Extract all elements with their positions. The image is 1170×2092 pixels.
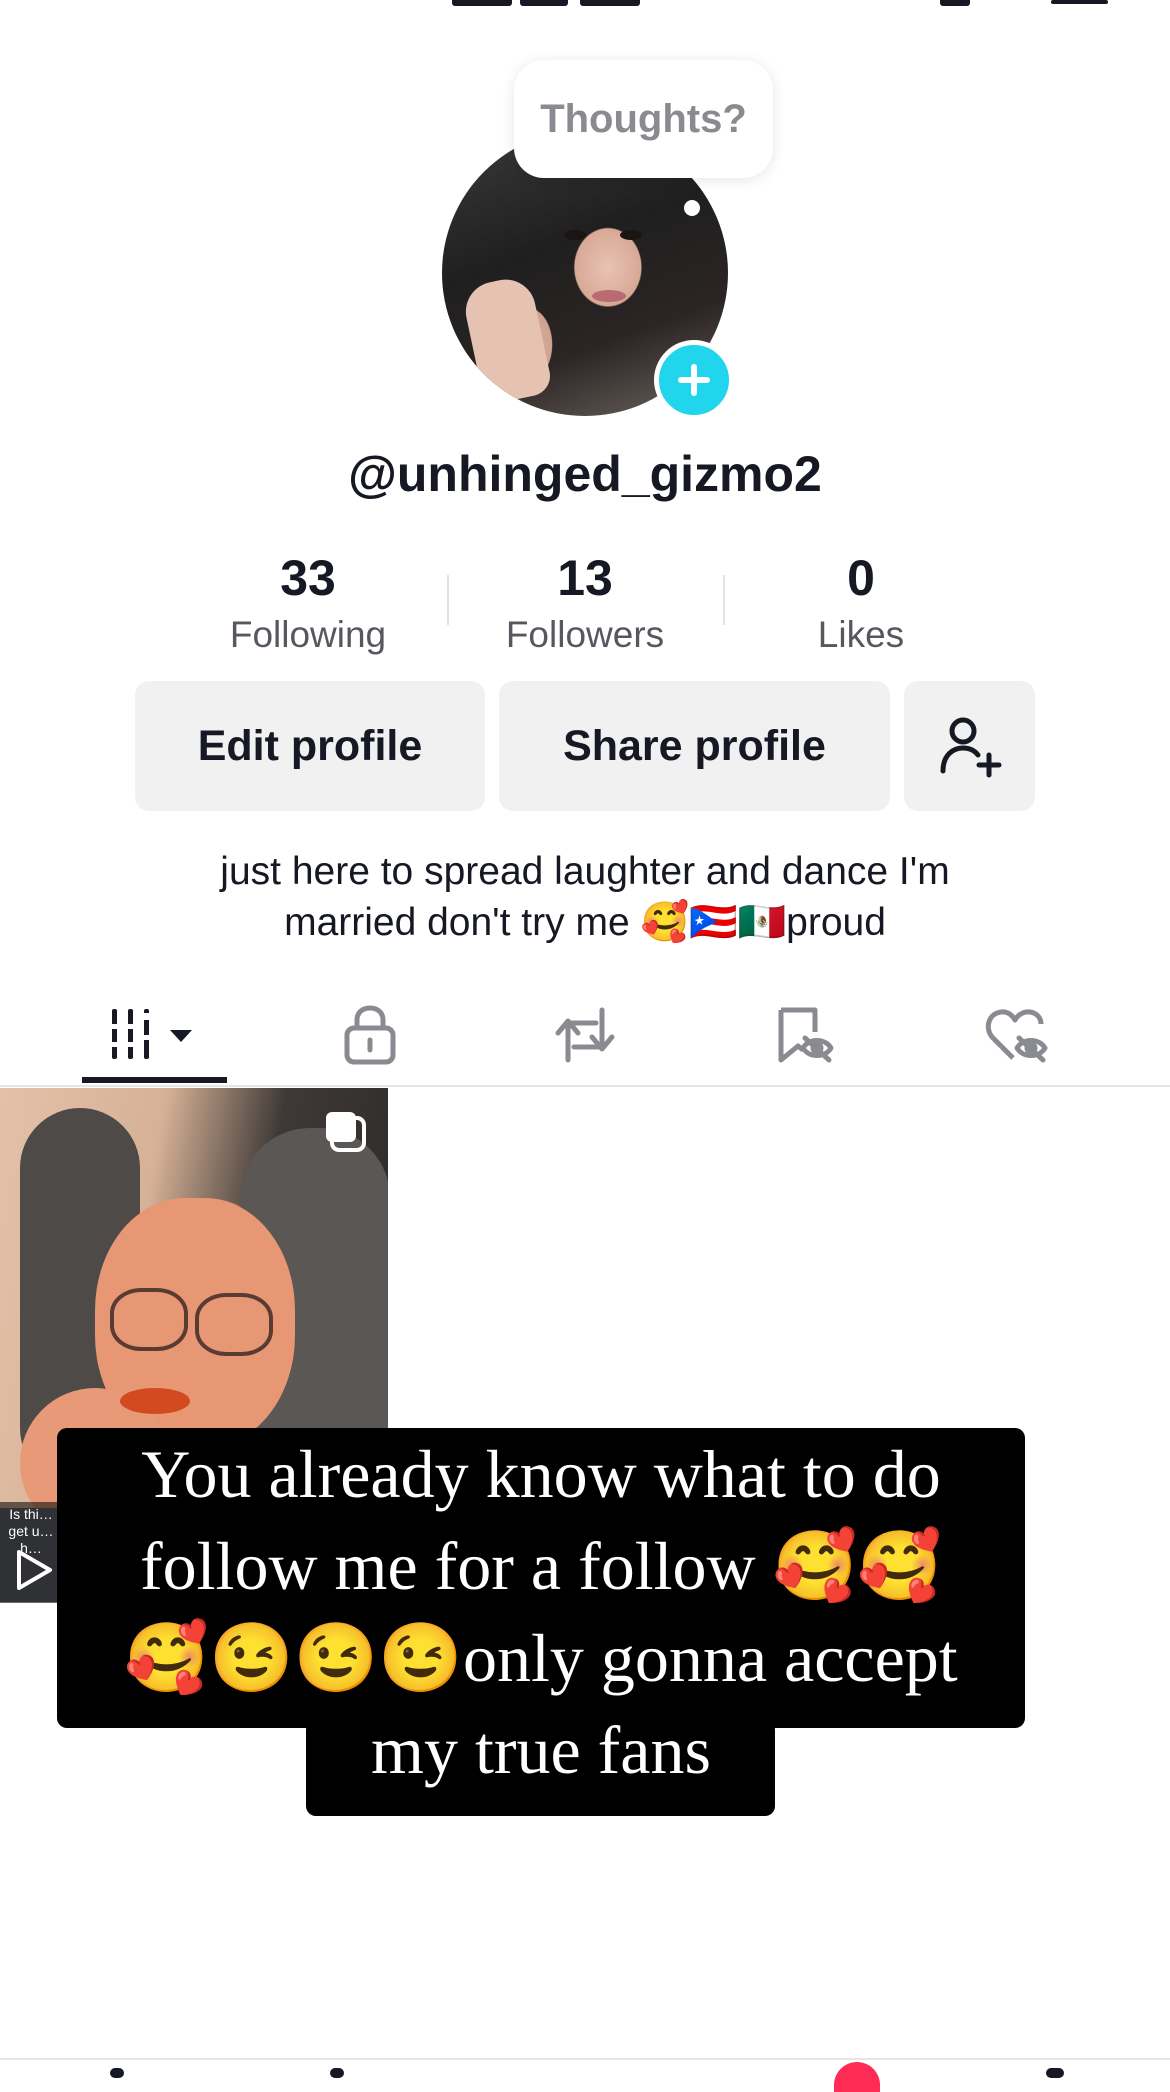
stat-value: 33 bbox=[280, 550, 336, 606]
stat-divider bbox=[723, 575, 725, 625]
overlay-text: You already know what to do follow me fo… bbox=[57, 1428, 1025, 1796]
overlay-line: my true fans bbox=[371, 1712, 711, 1788]
add-story-button[interactable] bbox=[654, 340, 734, 420]
stat-label: Following bbox=[229, 614, 387, 655]
multi-photo-icon bbox=[322, 1108, 368, 1159]
content-tabs bbox=[0, 985, 1170, 1087]
tab-reposts[interactable] bbox=[535, 985, 635, 1085]
stat-label: Likes bbox=[817, 614, 905, 655]
thoughts-bubble[interactable]: Thoughts? bbox=[514, 60, 773, 178]
tab-private[interactable] bbox=[320, 985, 420, 1085]
stat-label: Followers bbox=[505, 614, 665, 655]
edit-profile-button[interactable]: Edit profile bbox=[135, 681, 485, 811]
add-friend-button[interactable] bbox=[904, 681, 1035, 811]
stat-divider bbox=[447, 575, 449, 625]
tab-favorites[interactable] bbox=[755, 985, 855, 1085]
repost-icon bbox=[555, 1007, 615, 1063]
notification-badge bbox=[834, 2062, 880, 2092]
heart-hidden-icon bbox=[985, 1009, 1048, 1063]
share-profile-button[interactable]: Share profile bbox=[499, 681, 890, 811]
grid-icon bbox=[111, 1009, 192, 1059]
stat-value: 0 bbox=[847, 550, 875, 606]
bottom-nav-fragment bbox=[330, 2068, 344, 2078]
play-icon bbox=[14, 1548, 54, 1597]
bookmark-hidden-icon bbox=[778, 1007, 834, 1063]
username: @unhinged_gizmo2 bbox=[348, 446, 822, 502]
add-person-icon bbox=[940, 717, 1001, 778]
bottom-nav-fragment bbox=[1046, 2068, 1064, 2078]
thoughts-bubble-tail bbox=[684, 200, 700, 216]
bottom-nav-divider bbox=[0, 2058, 1170, 2060]
plus-icon bbox=[678, 364, 710, 396]
stat-following[interactable]: 33 Following bbox=[208, 548, 408, 660]
overlay-line: 🥰😉😉😉only gonna accept bbox=[124, 1620, 958, 1696]
stat-likes[interactable]: 0 Likes bbox=[761, 548, 961, 660]
overlay-line: follow me for a follow 🥰🥰 bbox=[140, 1528, 942, 1604]
bio-line: just here to spread laughter and dance I… bbox=[220, 850, 950, 893]
bio-line: married don't try me 🥰🇵🇷🇲🇽proud bbox=[284, 901, 886, 944]
overlay-line: You already know what to do bbox=[141, 1436, 941, 1512]
tab-videos[interactable] bbox=[82, 985, 227, 1085]
bottom-nav-fragment bbox=[110, 2068, 124, 2078]
stat-followers[interactable]: 13 Followers bbox=[485, 548, 685, 660]
stat-value: 13 bbox=[557, 550, 613, 606]
active-tab-indicator bbox=[82, 1077, 227, 1083]
lock-icon bbox=[344, 1005, 396, 1065]
top-header-cutoff bbox=[0, 0, 1170, 14]
tab-liked[interactable] bbox=[968, 985, 1068, 1085]
bio: just here to spread laughter and dance I… bbox=[130, 846, 1040, 948]
